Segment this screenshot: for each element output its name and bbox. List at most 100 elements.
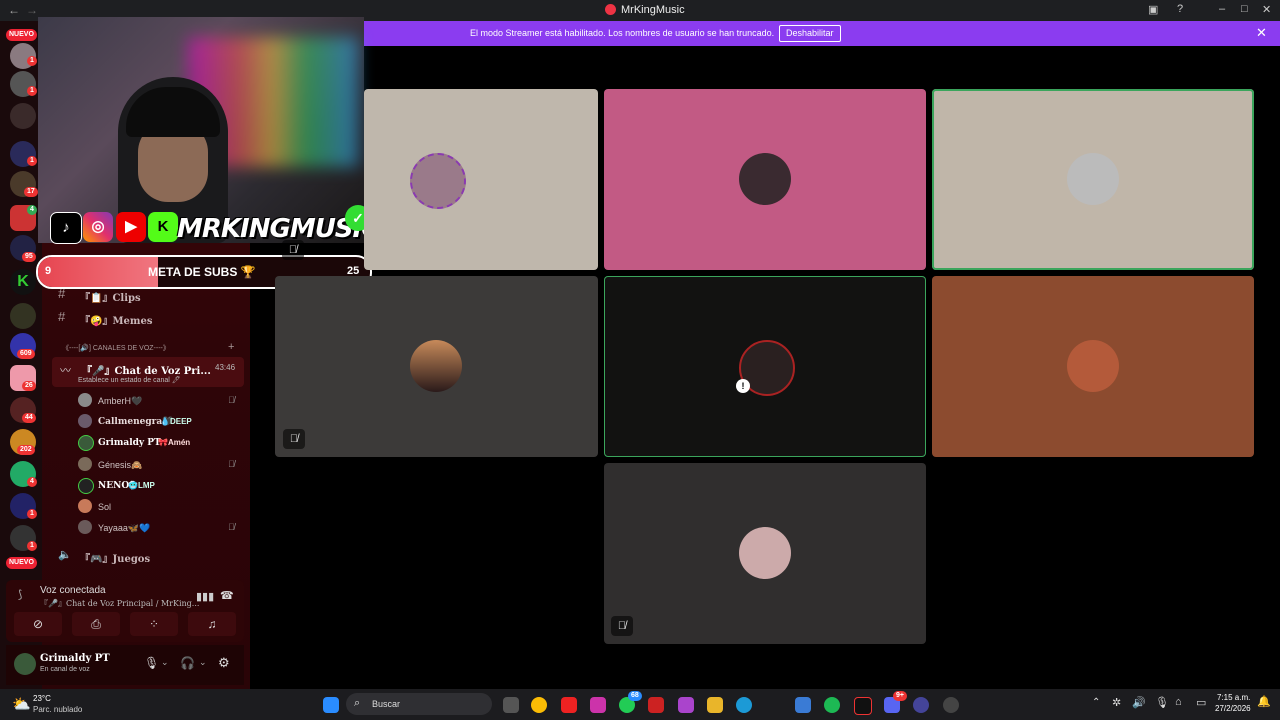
notifications-icon[interactable]: 🔔	[1257, 695, 1271, 708]
task-view-icon[interactable]	[503, 697, 519, 713]
network-icon[interactable]: ⌂	[1175, 696, 1182, 708]
avatar	[78, 393, 92, 407]
minimize-icon[interactable]: –	[1219, 3, 1225, 15]
notification-badge: 44	[22, 413, 36, 423]
close-icon[interactable]: ✕	[1256, 25, 1267, 41]
participant-tile-speaking[interactable]: !	[604, 276, 926, 457]
participant-tile-speaking[interactable]	[932, 89, 1254, 270]
new-badge: NUEVO	[6, 29, 37, 41]
weather-desc: Parc. nublado	[33, 705, 83, 714]
app-icon	[605, 4, 616, 15]
disconnect-icon[interactable]: ☎	[220, 589, 234, 602]
voice-channel-path[interactable]: 『🎤』Chat de Voz Principal / MrKing...	[40, 598, 199, 609]
avatar[interactable]	[14, 653, 36, 675]
channel-status[interactable]: Establece un estado de canal 🖊	[78, 376, 181, 384]
member-name[interactable]: Yayaaa🦋💙	[98, 523, 150, 534]
voice-category-header[interactable]: 《----[🔊] CANALES DE VOZ----》	[62, 343, 170, 353]
battery-icon[interactable]: ▭	[1196, 696, 1206, 709]
edge-icon[interactable]	[736, 697, 752, 713]
channel-clips[interactable]: 『📋』Clips	[80, 289, 141, 304]
member-name[interactable]: Sol	[98, 502, 111, 512]
member-name[interactable]: NENO	[98, 481, 129, 491]
webcam-overlay	[38, 17, 364, 243]
chrome-icon[interactable]	[531, 697, 547, 713]
copilot-icon[interactable]	[678, 697, 694, 713]
gear-icon[interactable]: ⚙	[218, 655, 230, 671]
clock-date[interactable]: 27/2/2026	[1215, 704, 1251, 713]
share-screen-button[interactable]: ⎙	[72, 612, 120, 636]
weather-icon[interactable]: ⛅	[12, 695, 31, 713]
spotify-icon[interactable]	[824, 697, 840, 713]
youtube-icon[interactable]	[561, 697, 577, 713]
camera-off-button[interactable]: ⊘	[14, 612, 62, 636]
app-icon[interactable]	[913, 697, 929, 713]
clock-time[interactable]: 7:15 a.m.	[1217, 693, 1250, 702]
avatar	[78, 457, 92, 471]
status-icon: !	[736, 379, 750, 393]
search-placeholder: Buscar	[372, 699, 401, 709]
notification-badge: 1	[27, 509, 37, 519]
close-window-icon[interactable]: ✕	[1262, 3, 1271, 16]
disable-streamer-button[interactable]: Deshabilitar	[779, 25, 841, 42]
chevron-down-icon[interactable]: ⌄	[161, 657, 169, 668]
voice-status: Voz conectada	[40, 585, 106, 596]
maximize-icon[interactable]: □	[1241, 3, 1248, 15]
notification-badge: 1	[27, 86, 37, 96]
headphones-icon[interactable]: 🎧	[180, 656, 195, 670]
chevron-up-icon[interactable]: ⌃	[1092, 697, 1100, 708]
chevron-down-icon[interactable]: ⌄	[199, 657, 207, 668]
participant-tile[interactable]: 🎙̸	[275, 276, 598, 457]
member-tag: 💧DEEP	[160, 417, 192, 426]
channel-juegos[interactable]: 『🎮』Juegos	[80, 550, 150, 565]
activities-button[interactable]: ⁘	[130, 612, 178, 636]
arrow-right-icon[interactable]: →	[26, 3, 38, 17]
file-explorer-icon[interactable]	[707, 697, 723, 713]
voice-channel-name: 『🎤』Chat de Voz Pri...	[82, 366, 211, 377]
member-name[interactable]: Grimaldy PT	[98, 438, 161, 448]
instagram-icon[interactable]	[590, 697, 606, 713]
avatar	[78, 499, 92, 513]
mic-muted-icon: 🎙̸	[228, 395, 235, 405]
app-icon[interactable]	[648, 697, 664, 713]
participant-tile[interactable]	[364, 89, 598, 270]
tiktok-icon[interactable]	[854, 697, 872, 715]
participant-tile[interactable]	[604, 89, 926, 270]
add-channel-icon[interactable]: +	[228, 341, 234, 353]
member-name[interactable]: Génesis🙈	[98, 460, 142, 471]
avatar	[1067, 153, 1119, 205]
mic-muted-icon: 🎙̸	[228, 459, 235, 469]
member-tag: 🎀Amén	[158, 438, 191, 447]
voice-activity-icon: 〰	[60, 365, 71, 377]
volume-icon[interactable]: 🔊	[1132, 696, 1146, 709]
kick-server-icon[interactable]: K	[10, 269, 36, 295]
notification-badge: 95	[22, 252, 36, 262]
notification-badge: 4	[27, 477, 37, 487]
notification-badge: 609	[17, 349, 35, 359]
noise-suppression-icon[interactable]: ▮▮▮	[196, 590, 214, 603]
member-name[interactable]: AmberH🖤	[98, 396, 142, 407]
settings-icon[interactable]: ✲	[1112, 696, 1121, 709]
search-bar[interactable]: ⌕ Buscar	[346, 693, 492, 715]
server-icon[interactable]	[10, 303, 36, 329]
mic-muted-icon: 🎙̸	[282, 240, 304, 260]
soundboard-button[interactable]: ♫	[188, 612, 236, 636]
avatar	[410, 340, 462, 392]
tiktok-icon: ♪	[50, 212, 82, 244]
app-icon[interactable]	[943, 697, 959, 713]
microphone-icon[interactable]: 🎙	[144, 656, 159, 670]
help-icon[interactable]: ?	[1177, 3, 1183, 15]
participant-tile[interactable]	[932, 276, 1254, 457]
user-name[interactable]: Grimaldy PT	[40, 653, 110, 664]
avatar	[1067, 340, 1119, 392]
participant-tile[interactable]: 🎙̸	[604, 463, 926, 644]
server-icon[interactable]	[10, 103, 36, 129]
mail-icon[interactable]	[795, 697, 811, 713]
windows-start-icon[interactable]	[323, 697, 339, 713]
mic-muted-icon: 🎙̸	[283, 429, 305, 449]
avatar	[78, 478, 94, 494]
channel-memes[interactable]: 『🤪』Memes	[80, 312, 152, 327]
microphone-icon[interactable]: 🎙	[1155, 696, 1169, 709]
inbox-icon[interactable]: ▣	[1148, 3, 1158, 16]
arrow-left-icon[interactable]: ←	[8, 3, 20, 17]
active-voice-channel[interactable]: 〰 『🎤』Chat de Voz Pri... 43:46 Establece …	[52, 357, 244, 387]
